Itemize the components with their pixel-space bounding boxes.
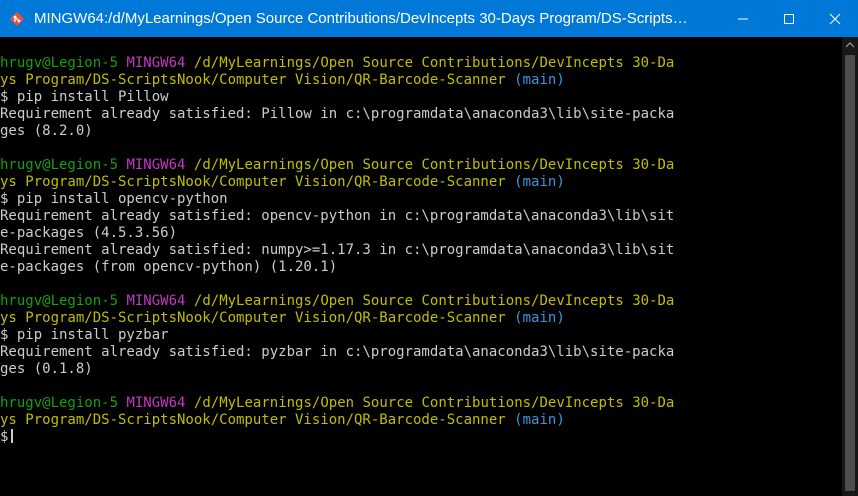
prompt-line-cont: ys Program/DS-ScriptsNook/Computer Visio… [0,174,842,191]
maximize-icon[interactable] [766,0,812,37]
output-line: Requirement already satisfied: numpy>=1.… [0,242,675,258]
close-icon[interactable] [812,0,858,37]
command-line: $ pip install pyzbar [0,327,169,343]
prompt-path: ys Program/DS-ScriptsNook/Computer Visio… [0,310,506,326]
output-line: ges (8.2.0) [0,123,93,139]
output-line: Requirement already satisfied: pyzbar in… [0,344,675,360]
text-cursor [11,429,14,443]
prompt-line-cont: ys Program/DS-ScriptsNook/Computer Visio… [0,310,842,327]
scrollbar-thumb[interactable] [845,55,855,491]
prompt-user: hrugv@Legion-5 [0,157,119,173]
minimize-icon[interactable] [720,0,766,37]
output-line: ges (0.1.8) [0,361,93,377]
prompt-path: /d/MyLearnings/Open Source Contributions… [193,293,675,309]
prompt-line-cont: ys Program/DS-ScriptsNook/Computer Visio… [0,412,842,429]
output-line: e-packages (from opencv-python) (1.20.1) [0,259,338,275]
prompt-line: hrugv@Legion-5 MINGW64 /d/MyLearnings/Op… [0,293,842,310]
prompt-line: hrugv@Legion-5 MINGW64 /d/MyLearnings/Op… [0,157,842,174]
prompt-user: hrugv@Legion-5 [0,395,119,411]
output-line: e-packages (4.5.3.56) [0,225,178,241]
terminal-output[interactable]: hrugv@Legion-5 MINGW64 /d/MyLearnings/Op… [0,37,842,496]
prompt-user: hrugv@Legion-5 [0,55,119,71]
prompt-branch: (main) [514,310,565,326]
prompt-user: hrugv@Legion-5 [0,293,119,309]
prompt-line: hrugv@Legion-5 MINGW64 /d/MyLearnings/Op… [0,395,842,412]
git-bash-icon [8,10,26,28]
input-line[interactable]: $ [0,429,842,446]
prompt-branch: (main) [514,72,565,88]
title-bar[interactable]: MINGW64:/d/MyLearnings/Open Source Contr… [0,0,858,37]
prompt-path: ys Program/DS-ScriptsNook/Computer Visio… [0,72,506,88]
prompt-shell: MINGW64 [126,293,186,309]
prompt-branch: (main) [514,174,565,190]
command-line: $ pip install Pillow [0,89,169,105]
prompt-shell: MINGW64 [126,395,186,411]
prompt-path: ys Program/DS-ScriptsNook/Computer Visio… [0,174,506,190]
command-line: $ pip install opencv-python [0,191,228,207]
output-line: Requirement already satisfied: Pillow in… [0,106,675,122]
prompt-shell: MINGW64 [126,55,186,71]
prompt-line: hrugv@Legion-5 MINGW64 /d/MyLearnings/Op… [0,55,842,72]
prompt-shell: MINGW64 [126,157,186,173]
vertical-scrollbar[interactable] [842,37,858,496]
prompt-path: ys Program/DS-ScriptsNook/Computer Visio… [0,412,506,428]
scroll-up-arrow-icon[interactable] [842,39,858,51]
prompt-path: /d/MyLearnings/Open Source Contributions… [193,55,675,71]
input-prefix: $ [0,429,9,445]
prompt-branch: (main) [514,412,565,428]
terminal-window: MINGW64:/d/MyLearnings/Open Source Contr… [0,0,858,496]
output-line: Requirement already satisfied: opencv-py… [0,208,675,224]
prompt-path: /d/MyLearnings/Open Source Contributions… [193,395,675,411]
window-controls [720,0,858,37]
prompt-path: /d/MyLearnings/Open Source Contributions… [193,157,675,173]
prompt-line-cont: ys Program/DS-ScriptsNook/Computer Visio… [0,72,842,89]
window-title: MINGW64:/d/MyLearnings/Open Source Contr… [34,10,694,27]
